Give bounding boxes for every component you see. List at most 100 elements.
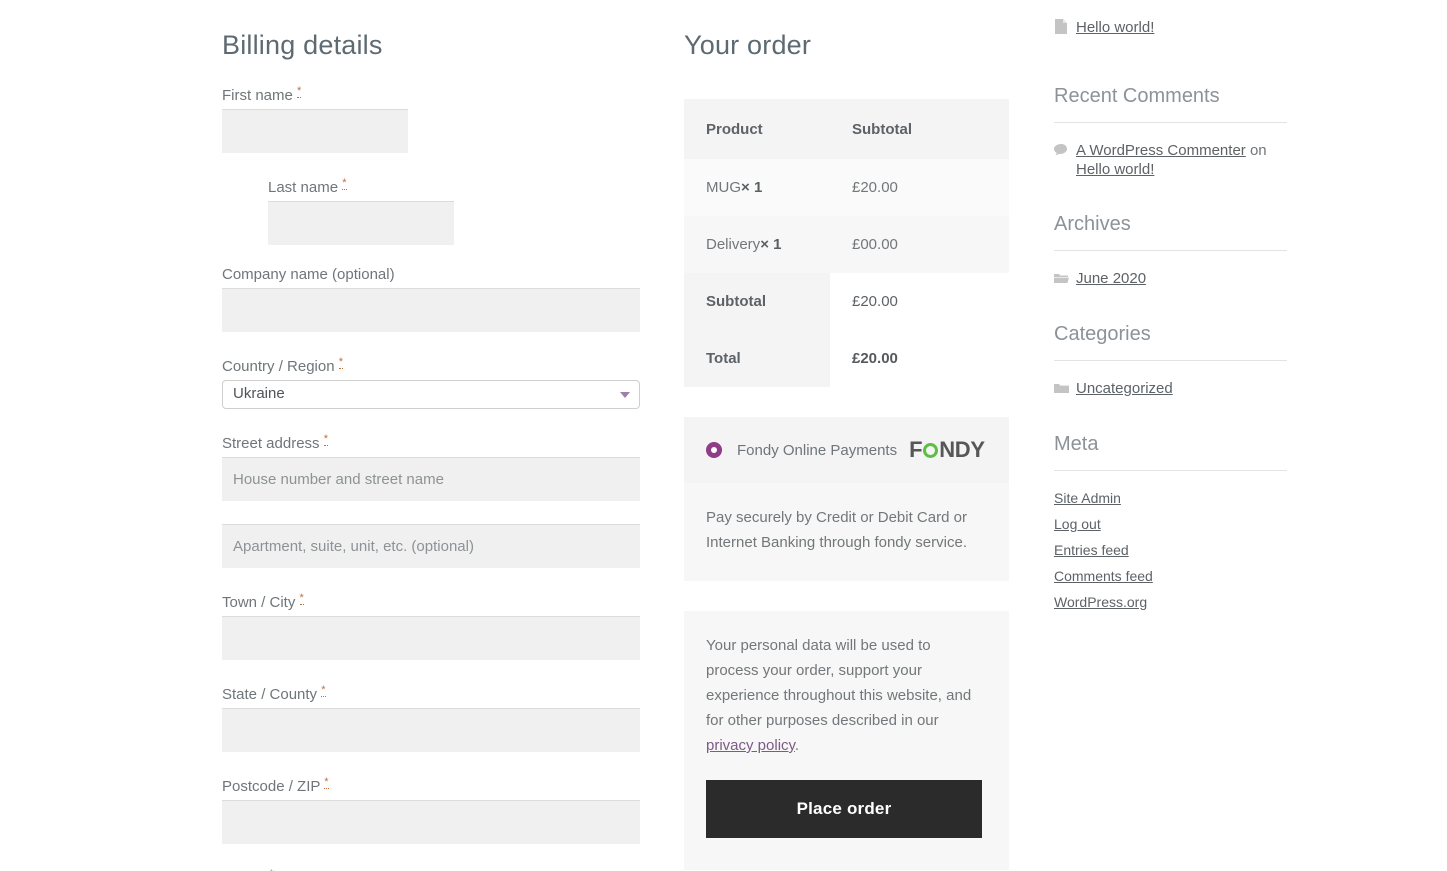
- widget-title: Meta: [1054, 433, 1099, 455]
- field-first-name: First name *: [222, 82, 408, 153]
- divider: [1054, 122, 1287, 123]
- required-asterisk: *: [321, 684, 326, 697]
- label-country-region: Country / Region *: [222, 356, 344, 375]
- first-name-input[interactable]: [222, 109, 408, 153]
- widget-title: Archives: [1054, 213, 1131, 235]
- cell-product-name: Delivery× 1: [684, 216, 830, 273]
- categories-list: Uncategorized: [1054, 379, 1304, 399]
- label-company-name: Company name (optional): [222, 266, 395, 283]
- recent-posts-list: Hello world!: [1054, 18, 1304, 39]
- list-item: Uncategorized: [1054, 379, 1304, 399]
- cell-subtotal-label: Subtotal: [684, 273, 830, 330]
- meta-link-comments-feed[interactable]: Comments feed: [1054, 568, 1153, 584]
- town-city-input[interactable]: [222, 616, 640, 660]
- list-item: Hello world!: [1054, 18, 1304, 39]
- place-order-button[interactable]: Place order: [706, 780, 982, 838]
- widget-title: Recent Comments: [1054, 85, 1220, 107]
- column-header-product: Product: [684, 99, 830, 159]
- list-item: Comments feed: [1054, 567, 1304, 586]
- comment-entry: A WordPress Commenter on Hello world!: [1076, 141, 1304, 179]
- required-asterisk: *: [324, 776, 329, 789]
- table-head: Product Subtotal: [684, 99, 1009, 159]
- comment-author-link[interactable]: A WordPress Commenter: [1076, 142, 1246, 159]
- checkout-page: Billing details First name * Last name *…: [0, 0, 1447, 871]
- divider: [1054, 360, 1287, 361]
- fondy-logo-o-icon: [923, 442, 939, 458]
- order-title: Your order: [684, 30, 812, 60]
- table-row-total: Total £20.00: [684, 330, 1009, 387]
- street-address-line2-input[interactable]: [222, 524, 640, 568]
- list-item: Site Admin: [1054, 489, 1304, 508]
- country-region-select[interactable]: Ukraine: [222, 380, 640, 409]
- field-phone: Phone *: [222, 865, 640, 871]
- widget-title: Categories: [1054, 323, 1151, 345]
- label-first-name: First name *: [222, 85, 302, 104]
- list-item: June 2020: [1054, 269, 1304, 289]
- company-name-input[interactable]: [222, 288, 640, 332]
- label-phone: Phone *: [222, 865, 640, 871]
- payment-method-fondy[interactable]: Fondy Online Payments F NDY: [684, 417, 1009, 483]
- privacy-policy-link[interactable]: privacy policy: [706, 737, 795, 754]
- required-asterisk: *: [297, 85, 302, 98]
- country-region-value: Ukraine: [233, 385, 285, 402]
- table-row-subtotal: Subtotal £20.00: [684, 273, 1009, 330]
- order-summary-table: Product Subtotal MUG× 1 £20.00 Delivery×…: [684, 99, 1009, 387]
- label-town-city: Town / City *: [222, 592, 304, 611]
- label-street-address: Street address *: [222, 433, 329, 452]
- comment-post-link[interactable]: Hello world!: [1076, 161, 1154, 178]
- payment-methods-box: Fondy Online Payments F NDY Pay securely …: [684, 417, 1009, 581]
- cell-subtotal-amount: £20.00: [830, 273, 1009, 330]
- field-postcode-zip: Postcode / ZIP *: [222, 773, 640, 844]
- field-last-name: Last name *: [268, 174, 454, 245]
- field-company-name: Company name (optional): [222, 266, 640, 332]
- comment-icon: [1054, 141, 1076, 161]
- list-item: WordPress.org: [1054, 593, 1304, 612]
- category-link[interactable]: Uncategorized: [1076, 379, 1173, 398]
- table-row: Delivery× 1 £00.00: [684, 216, 1009, 273]
- list-item: Entries feed: [1054, 541, 1304, 560]
- list-item: Log out: [1054, 515, 1304, 534]
- order-review-section: Your order Product Subtotal MUG× 1 £20.0…: [684, 0, 1009, 870]
- label-state-county: State / County *: [222, 684, 326, 703]
- list-item: A WordPress Commenter on Hello world!: [1054, 141, 1304, 179]
- folder-icon: [1054, 379, 1076, 399]
- table-header-row: Product Subtotal: [684, 99, 1009, 159]
- widget-meta: Meta Site Admin Log out Entries feed Com…: [1054, 433, 1304, 612]
- recent-post-link[interactable]: Hello world!: [1076, 18, 1154, 37]
- privacy-policy-text: Your personal data will be used to proce…: [706, 633, 987, 758]
- recent-comments-list: A WordPress Commenter on Hello world!: [1054, 141, 1304, 179]
- payment-method-label: Fondy Online Payments: [737, 441, 898, 459]
- billing-details-section: Billing details First name * Last name *…: [222, 0, 640, 871]
- folder-open-icon: [1054, 269, 1076, 289]
- postcode-zip-input[interactable]: [222, 800, 640, 844]
- quantity-marker: × 1: [741, 179, 763, 196]
- table-row: MUG× 1 £20.00: [684, 159, 1009, 216]
- state-county-input[interactable]: [222, 708, 640, 752]
- table-body: MUG× 1 £20.00 Delivery× 1 £00.00: [684, 159, 1009, 273]
- divider: [1054, 250, 1287, 251]
- field-country-region: Country / Region * Ukraine: [222, 353, 640, 409]
- widget-categories: Categories Uncategorized: [1054, 323, 1304, 399]
- meta-link-site-admin[interactable]: Site Admin: [1054, 490, 1121, 506]
- radio-selected-icon[interactable]: [706, 442, 722, 458]
- meta-link-log-out[interactable]: Log out: [1054, 516, 1101, 532]
- field-street-address: Street address *: [222, 430, 640, 568]
- required-asterisk: *: [342, 177, 347, 190]
- meta-link-wordpress-org[interactable]: WordPress.org: [1054, 594, 1147, 610]
- street-address-line1-input[interactable]: [222, 457, 640, 501]
- last-name-input[interactable]: [268, 201, 454, 245]
- meta-list: Site Admin Log out Entries feed Comments…: [1054, 489, 1304, 612]
- quantity-marker: × 1: [760, 236, 782, 253]
- widget-recent-comments: Recent Comments A WordPress Commenter on…: [1054, 85, 1304, 179]
- field-state-county: State / County *: [222, 681, 640, 752]
- table-foot: Subtotal £20.00 Total £20.00: [684, 273, 1009, 387]
- archive-link[interactable]: June 2020: [1076, 269, 1146, 288]
- field-town-city: Town / City *: [222, 589, 640, 660]
- column-header-subtotal: Subtotal: [830, 99, 1009, 159]
- privacy-text-before: Your personal data will be used to proce…: [706, 637, 972, 729]
- fondy-logo-icon: F NDY: [909, 439, 985, 461]
- meta-link-entries-feed[interactable]: Entries feed: [1054, 542, 1129, 558]
- privacy-text-after: .: [794, 737, 800, 754]
- cell-product-amount: £00.00: [830, 216, 1009, 273]
- divider: [1054, 470, 1287, 471]
